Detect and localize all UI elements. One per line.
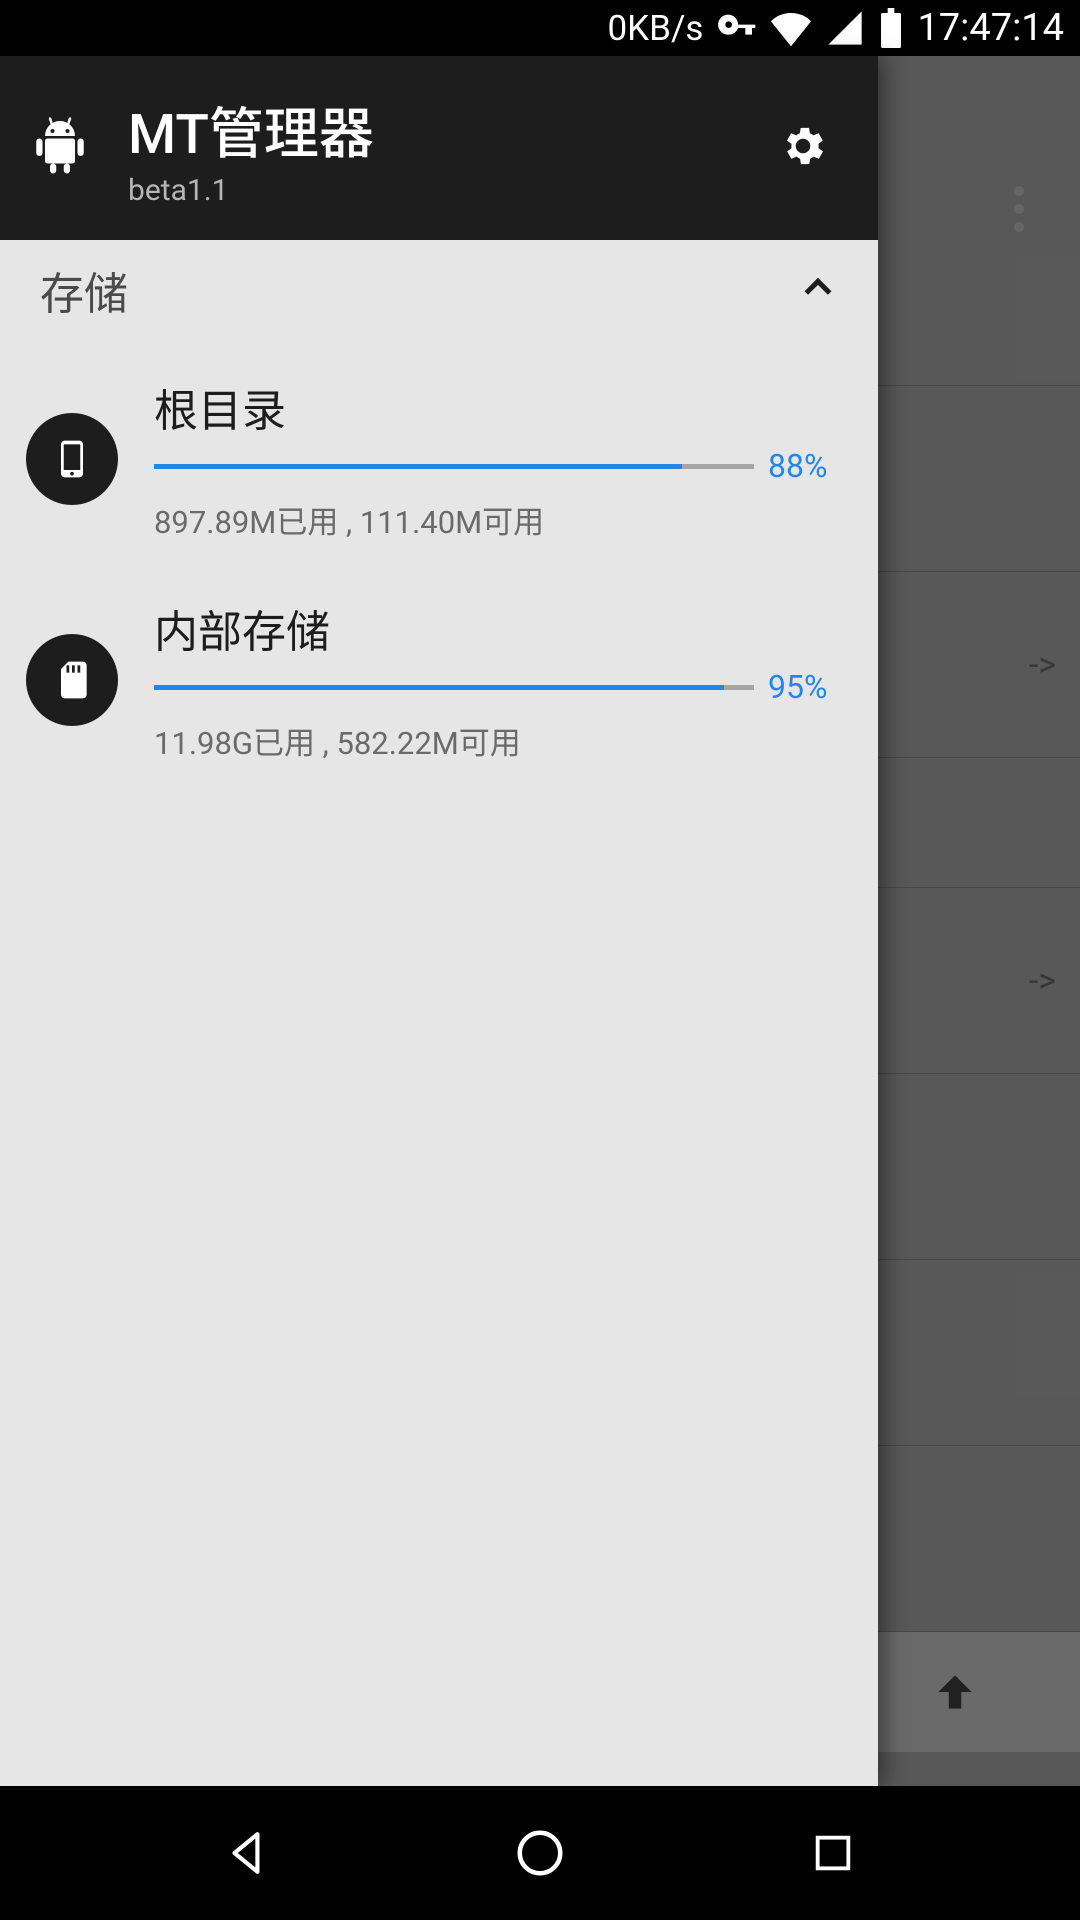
system-nav-bar (0, 1786, 1080, 1920)
back-button[interactable] (217, 1823, 277, 1883)
signal-icon (825, 8, 865, 48)
settings-button[interactable] (778, 121, 848, 175)
app-subtitle: beta1.1 (128, 173, 740, 208)
wifi-icon (771, 8, 811, 48)
network-speed: 0KB/s (608, 8, 704, 49)
status-time: 17:47:14 (917, 6, 1064, 50)
overflow-menu-icon[interactable] (1014, 186, 1024, 232)
storage-subtitle: 897.89M已用 , 111.40M可用 (154, 497, 838, 542)
progress-bar (154, 685, 754, 690)
drawer-toolbar: MT管理器 beta1.1 (0, 56, 878, 240)
vpn-key-icon (717, 8, 757, 48)
battery-icon (879, 8, 903, 48)
sdcard-icon (26, 634, 118, 726)
progress-percent: 88% (768, 447, 838, 485)
progress-bar (154, 464, 754, 469)
android-robot-icon (30, 111, 90, 185)
storage-title: 根目录 (154, 375, 838, 439)
storage-item-internal[interactable]: 内部存储 95% 11.98G已用 , 582.22M可用 (0, 566, 878, 787)
storage-subtitle: 11.98G已用 , 582.22M可用 (154, 718, 838, 763)
navigation-drawer: MT管理器 beta1.1 存储 根目录 (0, 56, 878, 1786)
home-button[interactable] (510, 1823, 570, 1883)
recents-button[interactable] (803, 1823, 863, 1883)
progress-percent: 95% (768, 668, 838, 706)
status-bar: 0KB/s 17:47:14 (0, 0, 1080, 56)
app-title: MT管理器 (128, 89, 740, 169)
storage-section-header[interactable]: 存储 (0, 240, 878, 345)
storage-section-title: 存储 (40, 258, 128, 322)
app-content: -> -> (0, 56, 1080, 1786)
phone-icon (26, 413, 118, 505)
storage-title: 内部存储 (154, 596, 838, 660)
storage-item-root[interactable]: 根目录 88% 897.89M已用 , 111.40M可用 (0, 345, 878, 566)
chevron-up-icon (798, 268, 838, 312)
